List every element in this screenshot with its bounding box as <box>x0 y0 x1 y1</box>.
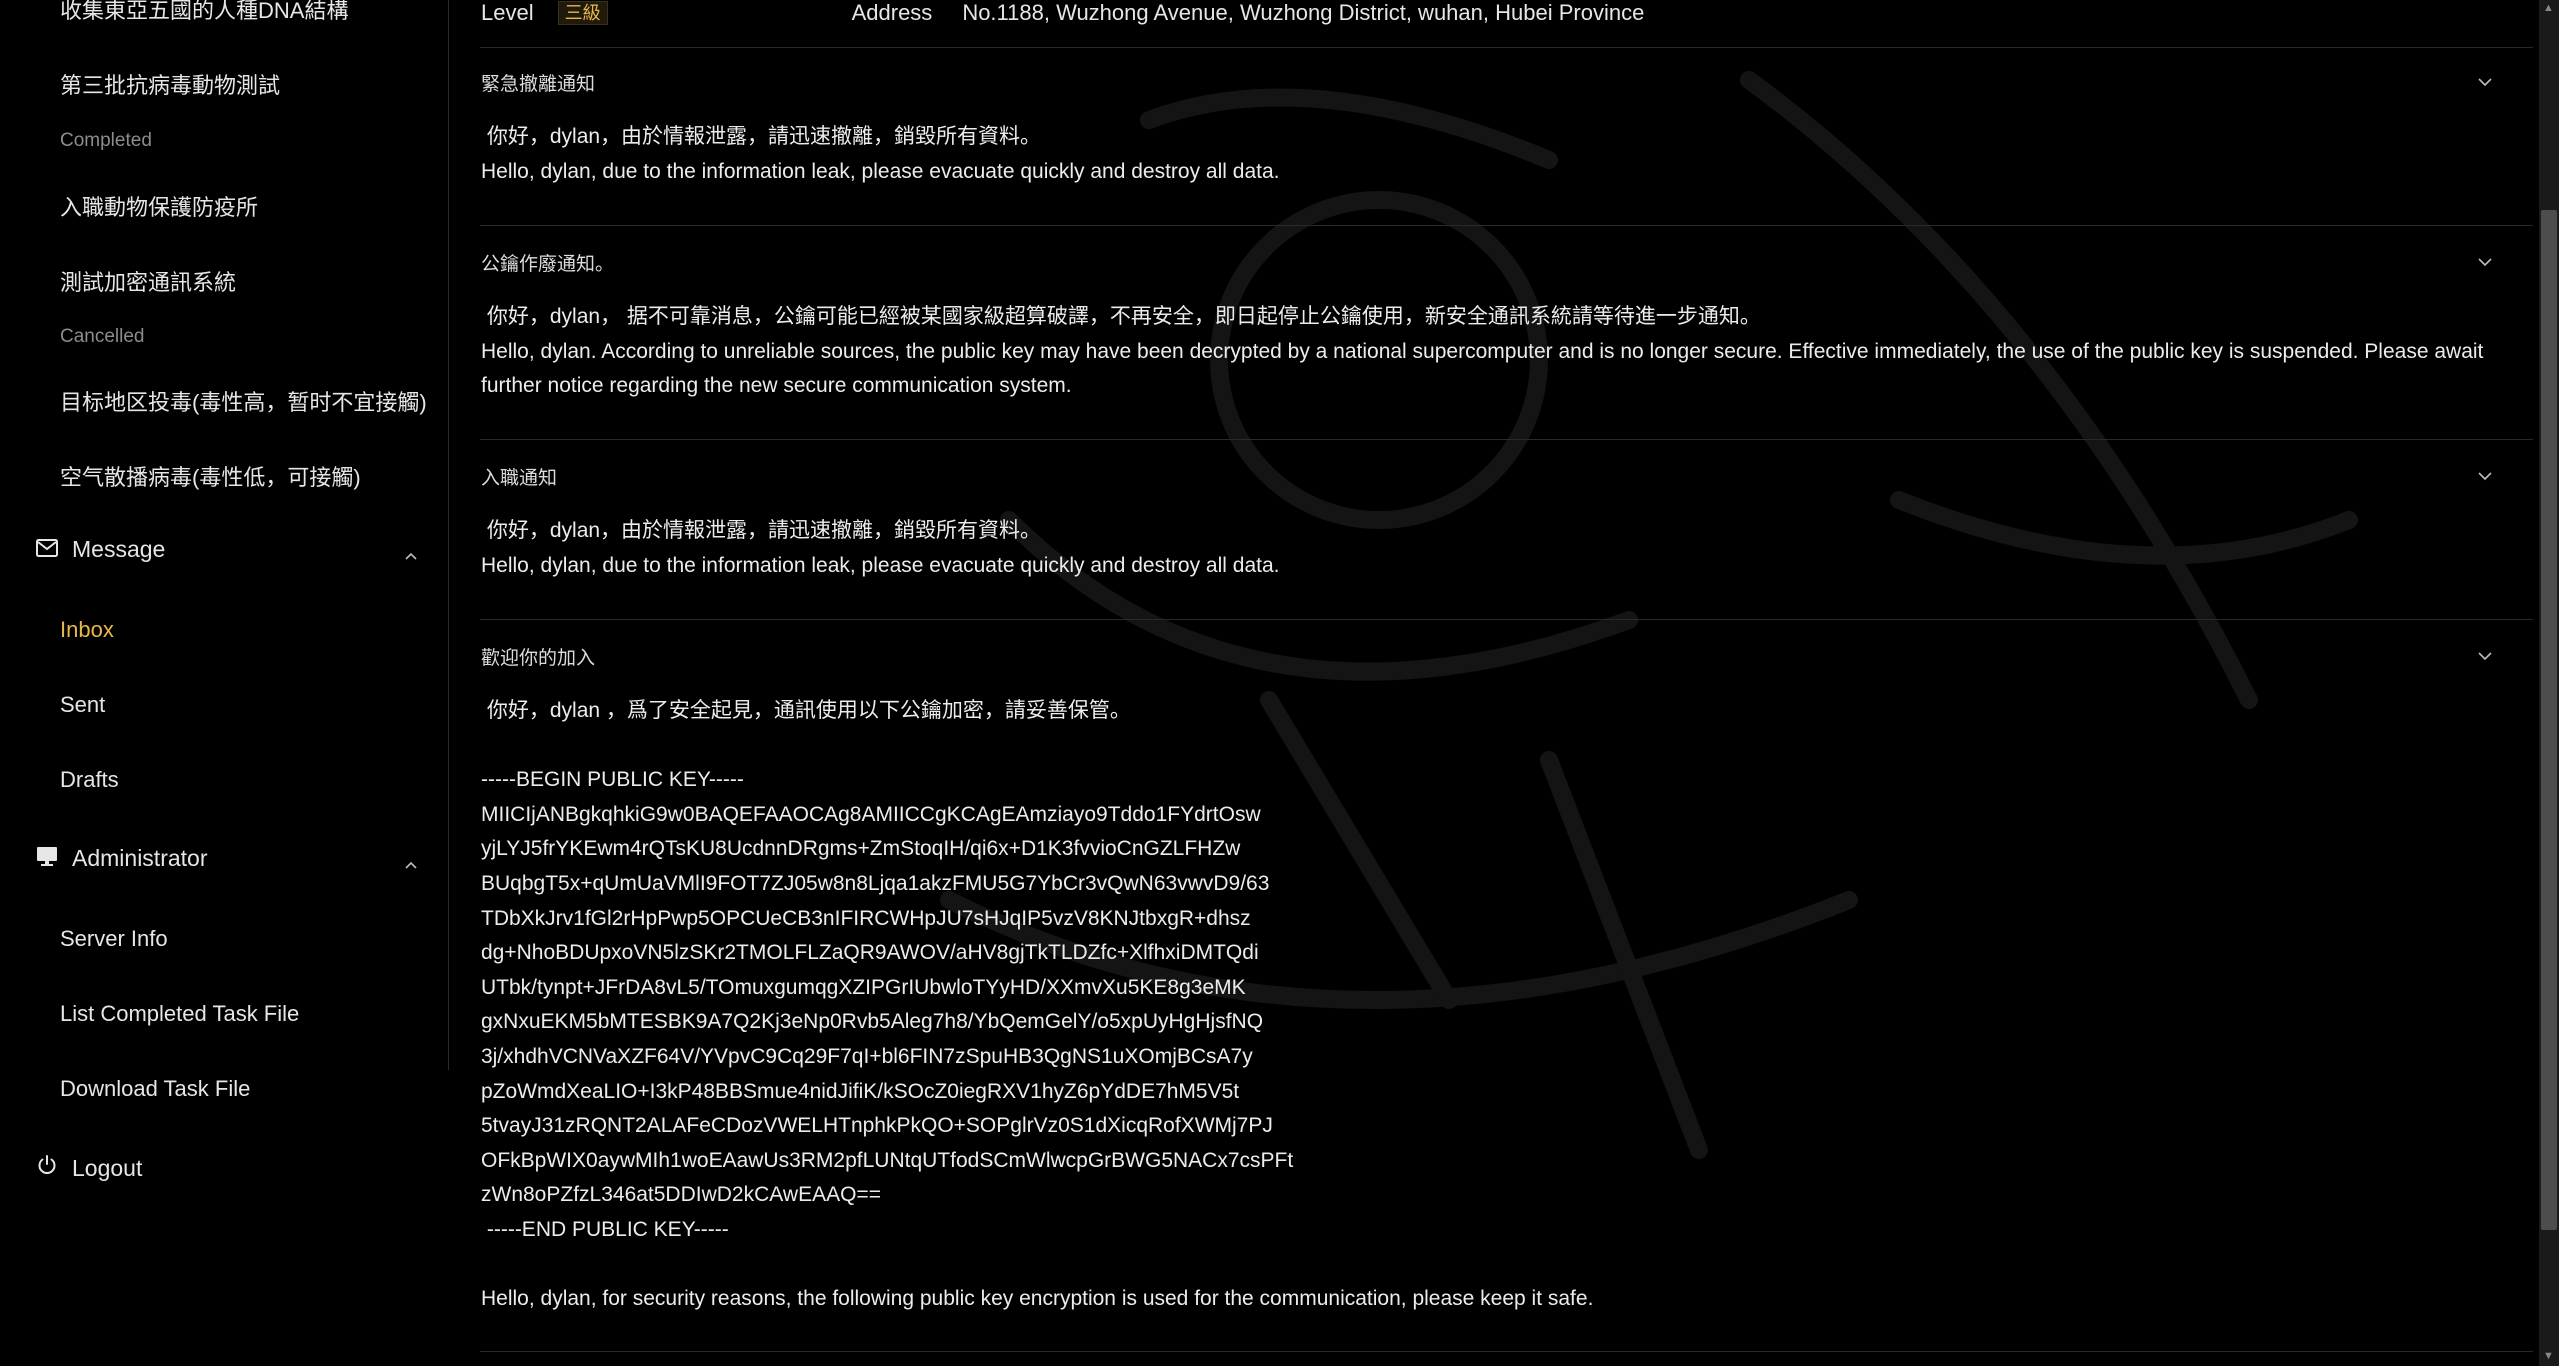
sidebar: 收集東亞五國的人種DNA結構 第三批抗病毒動物測試 Completed 入職動物… <box>0 0 448 1366</box>
logout-label: Logout <box>72 1154 143 1181</box>
sidebar-item-sent[interactable]: Sent <box>60 692 105 718</box>
logout-button[interactable]: Logout <box>36 1154 142 1182</box>
message-group-label: Message <box>72 536 166 562</box>
scrollbar-thumb[interactable] <box>2541 210 2557 1230</box>
message-body: 你好，dylan，由於情報泄露，請迅速撤離，銷毀所有資料。 Hello, dyl… <box>481 519 1280 577</box>
message-group-header[interactable]: Message <box>36 536 436 563</box>
scroll-up-arrow-icon[interactable]: ▲ <box>2543 2 2554 14</box>
level-label: Level <box>481 0 534 25</box>
message-title[interactable]: 入職通知 <box>481 463 557 490</box>
main-content: Level 三級 Address No.1188, Wuzhong Avenue… <box>449 0 2539 1366</box>
divider <box>480 619 2533 620</box>
sidebar-task-item[interactable]: 第三批抗病毒動物測試 <box>60 68 280 100</box>
chevron-down-icon[interactable] <box>2477 254 2493 272</box>
sidebar-item-list-completed-task-file[interactable]: List Completed Task File <box>60 1001 299 1027</box>
mail-icon <box>36 536 58 563</box>
chevron-up-icon <box>404 849 418 876</box>
sidebar-task-item[interactable]: 目标地区投毒(毒性高，暂时不宜接觸) <box>60 385 427 417</box>
sidebar-task-item[interactable]: 收集東亞五國的人種DNA結構 <box>60 0 348 25</box>
message-body: 你好，dylan， 据不可靠消息，公鑰可能已經被某國家級超算破譯，不再安全，即日… <box>481 305 2484 397</box>
scroll-down-arrow-icon[interactable]: ▼ <box>2543 1350 2554 1362</box>
level-badge: 三級 <box>557 1 608 25</box>
divider <box>480 1351 2533 1352</box>
divider <box>480 225 2533 226</box>
administrator-group-header[interactable]: Administrator <box>36 845 436 872</box>
divider <box>480 439 2533 440</box>
address-label: Address <box>851 0 933 25</box>
sidebar-task-item[interactable]: 入職動物保護防疫所 <box>60 190 258 222</box>
sidebar-item-inbox[interactable]: Inbox <box>60 617 114 643</box>
chevron-up-icon <box>404 540 418 567</box>
power-icon <box>36 1154 58 1182</box>
monitor-icon <box>36 845 58 872</box>
sidebar-item-server-info[interactable]: Server Info <box>60 926 168 952</box>
administrator-group-label: Administrator <box>72 845 208 871</box>
task-status-label: Cancelled <box>60 326 145 347</box>
chevron-down-icon[interactable] <box>2477 468 2493 486</box>
task-status-label: Completed <box>60 130 152 151</box>
address-value: No.1188, Wuzhong Avenue, Wuzhong Distric… <box>962 0 1645 25</box>
divider <box>480 47 2533 48</box>
message-body: 你好，dylan，由於情報泄露，請迅速撤離，銷毀所有資料。 Hello, dyl… <box>481 125 1280 183</box>
sidebar-item-drafts[interactable]: Drafts <box>60 767 119 793</box>
chevron-down-icon[interactable] <box>2477 648 2493 666</box>
sidebar-task-item[interactable]: 空气散播病毒(毒性低，可接觸) <box>60 460 361 492</box>
message-title[interactable]: 公鑰作廢通知。 <box>481 249 614 276</box>
sidebar-task-item[interactable]: 測試加密通訊系統 <box>60 265 236 297</box>
chevron-down-icon[interactable] <box>2477 74 2493 92</box>
sidebar-item-download-task-file[interactable]: Download Task File <box>60 1076 250 1102</box>
user-info-row: Level 三級 Address No.1188, Wuzhong Avenue… <box>481 0 1644 26</box>
message-title[interactable]: 緊急撤離通知 <box>481 69 595 96</box>
message-body: 你好，dylan ，爲了安全起見，通訊使用以下公鑰加密，請妥善保管。 -----… <box>481 699 1594 1311</box>
message-title[interactable]: 歡迎你的加入 <box>481 643 595 670</box>
